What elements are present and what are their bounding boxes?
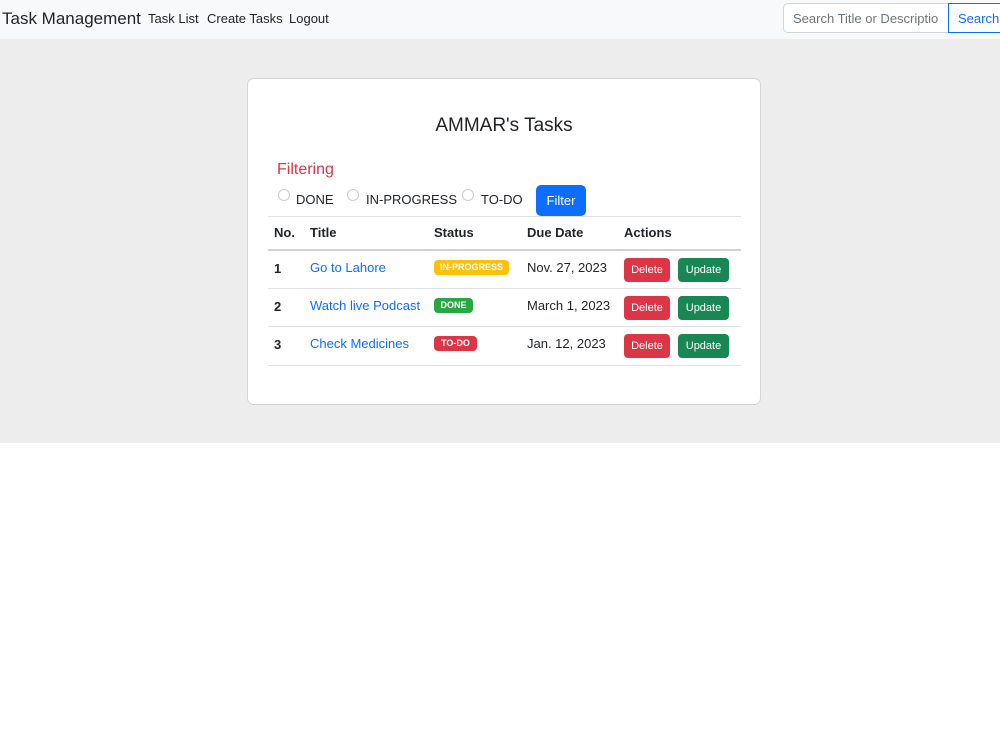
due-date: March 1, 2023 — [527, 298, 611, 313]
task-title-link[interactable]: Check Medicines — [310, 336, 409, 351]
tasks-card: AMMAR's Tasks Filtering DONE IN-PROGRESS… — [247, 78, 761, 405]
row-divider — [268, 288, 741, 289]
radio-label-to-do[interactable]: TO-DO — [481, 192, 523, 207]
row-number: 3 — [274, 337, 282, 352]
radio-label-done[interactable]: DONE — [296, 192, 334, 207]
update-button[interactable]: Update — [678, 334, 729, 358]
table-header-border — [268, 249, 741, 251]
radio-label-in-progress[interactable]: IN-PROGRESS — [366, 192, 457, 207]
task-title-link[interactable]: Watch live Podcast — [310, 298, 420, 313]
radio-to-do[interactable] — [462, 189, 474, 201]
table-top-border — [268, 216, 741, 217]
nav-link-logout[interactable]: Logout — [289, 11, 329, 26]
nav-link-create-tasks[interactable]: Create Tasks — [207, 11, 283, 26]
update-button[interactable]: Update — [678, 258, 729, 282]
navbar: Task Management Task List Create Tasks L… — [0, 0, 1000, 40]
column-header-no: No. — [274, 225, 295, 240]
column-header-due-date: Due Date — [527, 225, 584, 240]
task-title-link[interactable]: Go to Lahore — [310, 260, 386, 275]
column-header-title: Title — [310, 225, 337, 240]
status-badge: TO-DO — [434, 336, 477, 351]
row-number: 2 — [274, 299, 282, 314]
delete-button[interactable]: Delete — [624, 334, 670, 358]
page-title: AMMAR's Tasks — [435, 115, 573, 136]
filtering-heading: Filtering — [277, 161, 334, 178]
status-badge: DONE — [434, 298, 473, 313]
row-divider — [268, 326, 741, 327]
column-header-actions: Actions — [624, 225, 672, 240]
brand-logo[interactable]: Task Management — [2, 9, 141, 29]
radio-done[interactable] — [278, 189, 290, 201]
row-number: 1 — [274, 261, 282, 276]
delete-button[interactable]: Delete — [624, 296, 670, 320]
nav-link-task-list[interactable]: Task List — [148, 11, 199, 26]
due-date: Jan. 12, 2023 — [527, 336, 606, 351]
filter-button[interactable]: Filter — [536, 185, 586, 216]
search-button[interactable]: Search — [948, 3, 1000, 33]
status-badge: IN-PROGRESS — [434, 260, 509, 275]
row-divider — [268, 365, 741, 366]
due-date: Nov. 27, 2023 — [527, 260, 607, 275]
delete-button[interactable]: Delete — [624, 258, 670, 282]
update-button[interactable]: Update — [678, 296, 729, 320]
column-header-status: Status — [434, 225, 474, 240]
radio-in-progress[interactable] — [347, 189, 359, 201]
search-input[interactable] — [783, 3, 949, 33]
